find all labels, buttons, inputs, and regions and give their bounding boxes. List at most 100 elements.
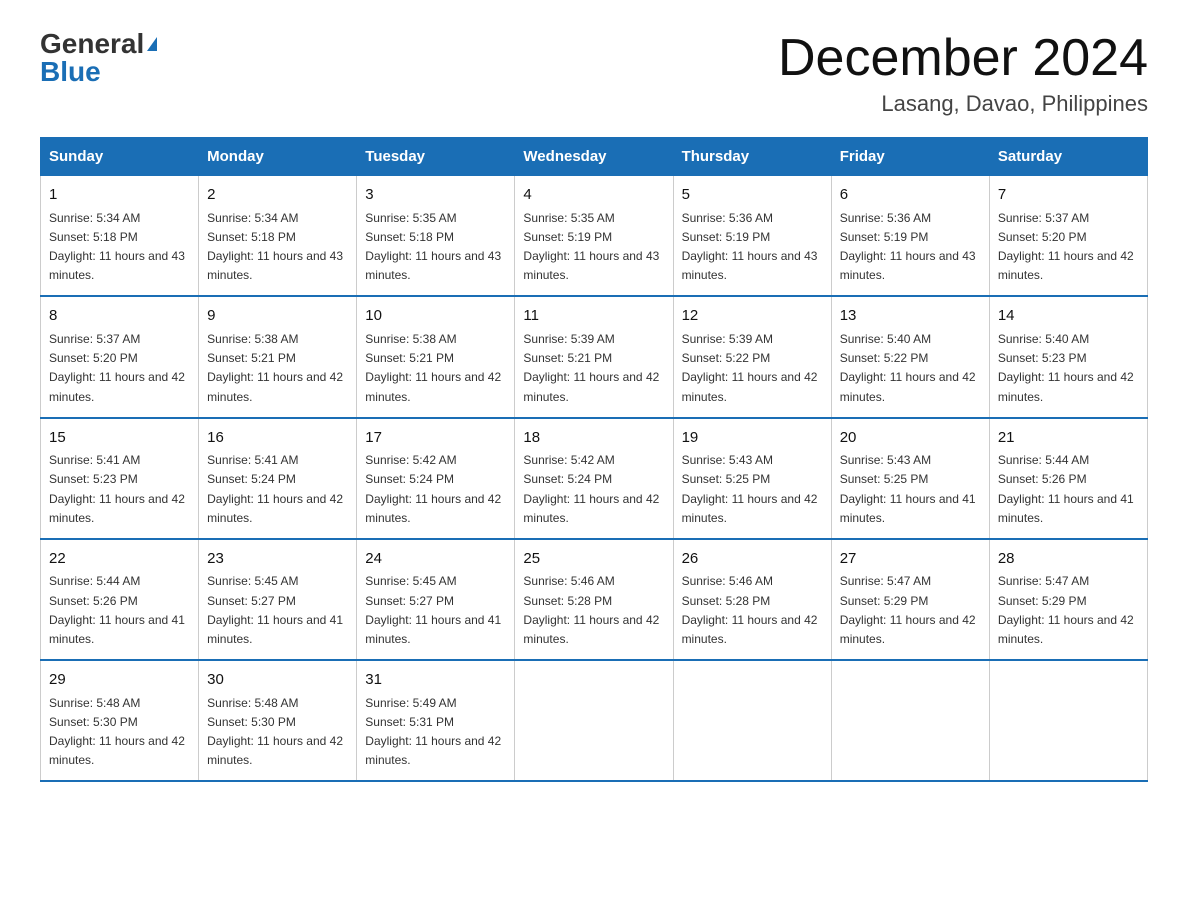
day-number: 23 [207, 548, 348, 571]
calendar-subtitle: Lasang, Davao, Philippines [778, 91, 1148, 117]
day-number: 27 [840, 548, 981, 571]
day-number: 21 [998, 427, 1139, 450]
calendar-cell: 11 Sunrise: 5:39 AMSunset: 5:21 PMDaylig… [515, 296, 673, 417]
logo-general-text: General [40, 30, 144, 58]
day-info: Sunrise: 5:46 AMSunset: 5:28 PMDaylight:… [682, 574, 818, 646]
day-info: Sunrise: 5:46 AMSunset: 5:28 PMDaylight:… [523, 574, 659, 646]
day-number: 2 [207, 184, 348, 207]
logo-blue-text: Blue [40, 58, 101, 86]
day-number: 16 [207, 427, 348, 450]
calendar-cell [831, 660, 989, 781]
calendar-cell: 10 Sunrise: 5:38 AMSunset: 5:21 PMDaylig… [357, 296, 515, 417]
header-day-friday: Friday [831, 138, 989, 176]
calendar-cell: 27 Sunrise: 5:47 AMSunset: 5:29 PMDaylig… [831, 539, 989, 660]
calendar-cell: 29 Sunrise: 5:48 AMSunset: 5:30 PMDaylig… [41, 660, 199, 781]
day-number: 19 [682, 427, 823, 450]
day-number: 14 [998, 305, 1139, 328]
day-info: Sunrise: 5:42 AMSunset: 5:24 PMDaylight:… [365, 453, 501, 525]
week-row-2: 8 Sunrise: 5:37 AMSunset: 5:20 PMDayligh… [41, 296, 1148, 417]
day-info: Sunrise: 5:45 AMSunset: 5:27 PMDaylight:… [207, 574, 343, 646]
day-number: 3 [365, 184, 506, 207]
calendar-cell: 24 Sunrise: 5:45 AMSunset: 5:27 PMDaylig… [357, 539, 515, 660]
day-number: 24 [365, 548, 506, 571]
day-number: 31 [365, 669, 506, 692]
calendar-title: December 2024 [778, 30, 1148, 87]
day-info: Sunrise: 5:40 AMSunset: 5:23 PMDaylight:… [998, 332, 1134, 404]
day-number: 20 [840, 427, 981, 450]
day-info: Sunrise: 5:42 AMSunset: 5:24 PMDaylight:… [523, 453, 659, 525]
week-row-3: 15 Sunrise: 5:41 AMSunset: 5:23 PMDaylig… [41, 418, 1148, 539]
day-number: 6 [840, 184, 981, 207]
header-day-tuesday: Tuesday [357, 138, 515, 176]
day-number: 25 [523, 548, 664, 571]
day-info: Sunrise: 5:34 AMSunset: 5:18 PMDaylight:… [207, 211, 343, 283]
day-number: 28 [998, 548, 1139, 571]
day-number: 8 [49, 305, 190, 328]
calendar-cell: 18 Sunrise: 5:42 AMSunset: 5:24 PMDaylig… [515, 418, 673, 539]
calendar-cell: 28 Sunrise: 5:47 AMSunset: 5:29 PMDaylig… [989, 539, 1147, 660]
calendar-cell: 21 Sunrise: 5:44 AMSunset: 5:26 PMDaylig… [989, 418, 1147, 539]
day-info: Sunrise: 5:45 AMSunset: 5:27 PMDaylight:… [365, 574, 501, 646]
day-number: 9 [207, 305, 348, 328]
calendar-cell: 14 Sunrise: 5:40 AMSunset: 5:23 PMDaylig… [989, 296, 1147, 417]
day-info: Sunrise: 5:43 AMSunset: 5:25 PMDaylight:… [840, 453, 976, 525]
header-day-saturday: Saturday [989, 138, 1147, 176]
calendar-cell: 5 Sunrise: 5:36 AMSunset: 5:19 PMDayligh… [673, 176, 831, 297]
calendar-cell: 8 Sunrise: 5:37 AMSunset: 5:20 PMDayligh… [41, 296, 199, 417]
calendar-cell: 13 Sunrise: 5:40 AMSunset: 5:22 PMDaylig… [831, 296, 989, 417]
calendar-cell: 23 Sunrise: 5:45 AMSunset: 5:27 PMDaylig… [199, 539, 357, 660]
day-info: Sunrise: 5:39 AMSunset: 5:21 PMDaylight:… [523, 332, 659, 404]
header: General Blue December 2024 Lasang, Davao… [40, 30, 1148, 117]
calendar-header: SundayMondayTuesdayWednesdayThursdayFrid… [41, 138, 1148, 176]
day-number: 12 [682, 305, 823, 328]
day-number: 5 [682, 184, 823, 207]
day-info: Sunrise: 5:44 AMSunset: 5:26 PMDaylight:… [998, 453, 1134, 525]
day-info: Sunrise: 5:37 AMSunset: 5:20 PMDaylight:… [49, 332, 185, 404]
day-number: 17 [365, 427, 506, 450]
calendar-cell [673, 660, 831, 781]
day-number: 18 [523, 427, 664, 450]
day-info: Sunrise: 5:40 AMSunset: 5:22 PMDaylight:… [840, 332, 976, 404]
calendar-cell: 3 Sunrise: 5:35 AMSunset: 5:18 PMDayligh… [357, 176, 515, 297]
calendar-cell: 25 Sunrise: 5:46 AMSunset: 5:28 PMDaylig… [515, 539, 673, 660]
calendar-cell: 7 Sunrise: 5:37 AMSunset: 5:20 PMDayligh… [989, 176, 1147, 297]
day-number: 11 [523, 305, 664, 328]
day-info: Sunrise: 5:39 AMSunset: 5:22 PMDaylight:… [682, 332, 818, 404]
day-info: Sunrise: 5:35 AMSunset: 5:19 PMDaylight:… [523, 211, 659, 283]
day-number: 30 [207, 669, 348, 692]
day-info: Sunrise: 5:38 AMSunset: 5:21 PMDaylight:… [207, 332, 343, 404]
title-block: December 2024 Lasang, Davao, Philippines [778, 30, 1148, 117]
calendar-cell: 2 Sunrise: 5:34 AMSunset: 5:18 PMDayligh… [199, 176, 357, 297]
day-info: Sunrise: 5:36 AMSunset: 5:19 PMDaylight:… [840, 211, 976, 283]
header-day-sunday: Sunday [41, 138, 199, 176]
day-number: 29 [49, 669, 190, 692]
logo: General Blue [40, 30, 157, 86]
day-info: Sunrise: 5:41 AMSunset: 5:24 PMDaylight:… [207, 453, 343, 525]
day-info: Sunrise: 5:37 AMSunset: 5:20 PMDaylight:… [998, 211, 1134, 283]
week-row-5: 29 Sunrise: 5:48 AMSunset: 5:30 PMDaylig… [41, 660, 1148, 781]
header-day-wednesday: Wednesday [515, 138, 673, 176]
calendar-cell: 26 Sunrise: 5:46 AMSunset: 5:28 PMDaylig… [673, 539, 831, 660]
day-number: 15 [49, 427, 190, 450]
week-row-1: 1 Sunrise: 5:34 AMSunset: 5:18 PMDayligh… [41, 176, 1148, 297]
calendar-cell: 17 Sunrise: 5:42 AMSunset: 5:24 PMDaylig… [357, 418, 515, 539]
day-number: 7 [998, 184, 1139, 207]
day-info: Sunrise: 5:47 AMSunset: 5:29 PMDaylight:… [840, 574, 976, 646]
calendar-cell: 12 Sunrise: 5:39 AMSunset: 5:22 PMDaylig… [673, 296, 831, 417]
calendar-cell: 22 Sunrise: 5:44 AMSunset: 5:26 PMDaylig… [41, 539, 199, 660]
week-row-4: 22 Sunrise: 5:44 AMSunset: 5:26 PMDaylig… [41, 539, 1148, 660]
day-info: Sunrise: 5:49 AMSunset: 5:31 PMDaylight:… [365, 696, 501, 768]
calendar-cell: 6 Sunrise: 5:36 AMSunset: 5:19 PMDayligh… [831, 176, 989, 297]
day-info: Sunrise: 5:48 AMSunset: 5:30 PMDaylight:… [49, 696, 185, 768]
day-info: Sunrise: 5:43 AMSunset: 5:25 PMDaylight:… [682, 453, 818, 525]
day-info: Sunrise: 5:35 AMSunset: 5:18 PMDaylight:… [365, 211, 501, 283]
calendar-body: 1 Sunrise: 5:34 AMSunset: 5:18 PMDayligh… [41, 176, 1148, 782]
day-info: Sunrise: 5:38 AMSunset: 5:21 PMDaylight:… [365, 332, 501, 404]
day-info: Sunrise: 5:36 AMSunset: 5:19 PMDaylight:… [682, 211, 818, 283]
day-number: 4 [523, 184, 664, 207]
day-info: Sunrise: 5:41 AMSunset: 5:23 PMDaylight:… [49, 453, 185, 525]
day-number: 13 [840, 305, 981, 328]
day-info: Sunrise: 5:47 AMSunset: 5:29 PMDaylight:… [998, 574, 1134, 646]
calendar-cell: 19 Sunrise: 5:43 AMSunset: 5:25 PMDaylig… [673, 418, 831, 539]
calendar-cell [515, 660, 673, 781]
